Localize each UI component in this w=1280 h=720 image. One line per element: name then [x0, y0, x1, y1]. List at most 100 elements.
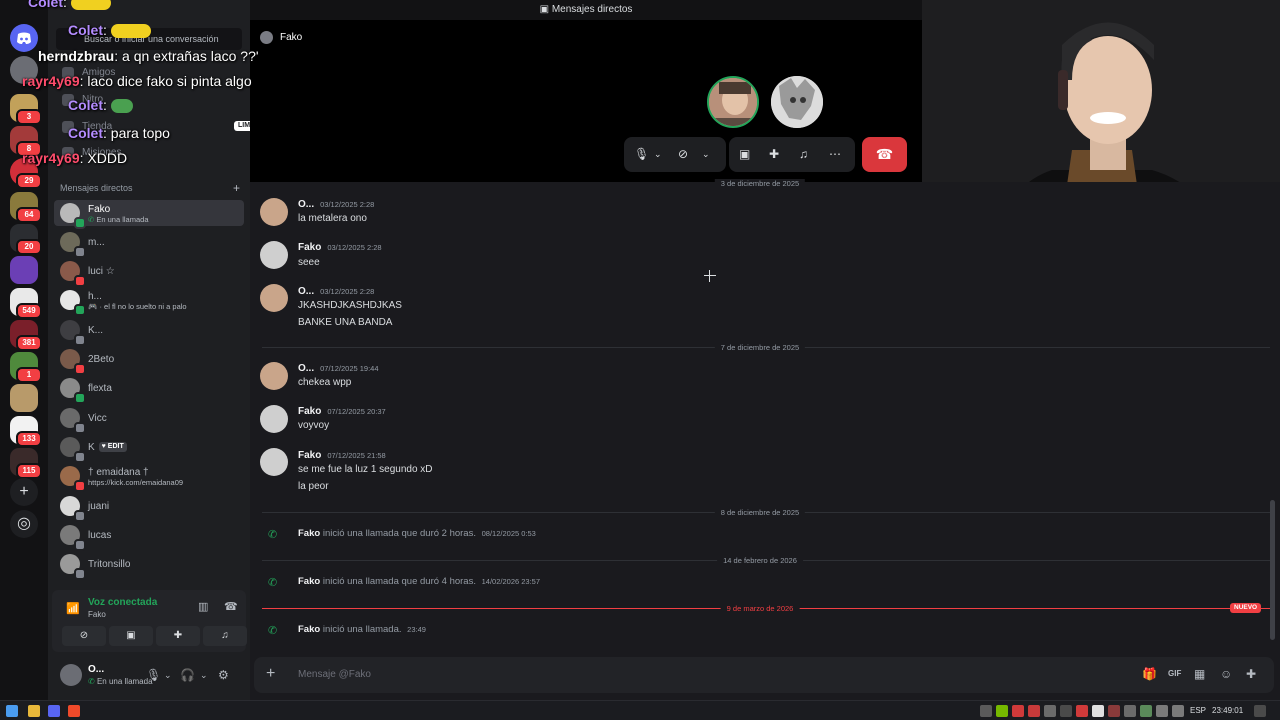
avatar[interactable] [260, 198, 288, 226]
apps-icon[interactable]: ✚ [1246, 667, 1256, 681]
discord-home-icon[interactable] [10, 24, 38, 52]
nav-nitro[interactable]: Nitro [58, 89, 103, 111]
tray-icon[interactable] [1076, 705, 1088, 717]
dm-item[interactable]: lucas [54, 522, 244, 551]
activities-button[interactable]: ✚ [156, 626, 200, 646]
screen-share-icon[interactable]: ▣ [739, 147, 750, 161]
dm-item[interactable]: luci ☆ [54, 258, 244, 287]
discord-taskbar-icon[interactable] [48, 705, 60, 717]
server-icon[interactable]: 20 [10, 224, 42, 255]
microphone-icon[interactable]: 🎙 [146, 668, 161, 682]
notifications-icon[interactable] [1254, 705, 1266, 717]
tray-icon[interactable] [1092, 705, 1104, 717]
participant-avatar[interactable] [707, 76, 759, 128]
clock[interactable]: 23:49:01 [1212, 706, 1243, 715]
gift-icon[interactable]: 🎁 [1142, 667, 1157, 681]
sticker-icon[interactable]: ▦ [1194, 667, 1205, 681]
discover-icon[interactable]: ◎ [10, 510, 38, 538]
participant-avatar[interactable] [771, 76, 823, 128]
message-author[interactable]: Fako [298, 450, 321, 461]
chevron-down-icon[interactable]: ⌄ [164, 670, 172, 681]
call-author[interactable]: Fako [298, 624, 320, 635]
create-dm-icon[interactable]: + [233, 181, 240, 195]
nav-quests[interactable]: Misiones [58, 142, 121, 164]
hang-up-button[interactable]: ☎ [862, 137, 907, 172]
settings-gear-icon[interactable]: ⚙ [218, 668, 229, 682]
chevron-down-icon[interactable]: ⌄ [654, 149, 662, 160]
noise-suppression-icon[interactable]: ▥ [198, 600, 208, 613]
microphone-icon[interactable]: 🎙 [634, 147, 649, 161]
disconnect-icon[interactable]: ☎ [224, 600, 238, 613]
avatar[interactable] [260, 284, 288, 312]
dm-item[interactable]: h... 🎮 · el fl no lo suelto ni a palo [54, 287, 244, 316]
avatar[interactable] [260, 448, 288, 476]
server-icon[interactable] [10, 56, 38, 84]
message-author[interactable]: O... [298, 363, 314, 374]
add-server-icon[interactable]: + [10, 478, 38, 506]
camera-button[interactable]: ⊘ [62, 626, 106, 646]
dm-item[interactable]: K ♥ EDIT [54, 434, 244, 463]
nav-friends[interactable]: Amigos [58, 62, 115, 84]
activities-icon[interactable]: ✚ [769, 147, 779, 161]
avatar[interactable] [260, 362, 288, 390]
server-icon[interactable]: 549 [10, 288, 42, 319]
search-input[interactable]: Buscar o iniciar una conversación [56, 28, 242, 50]
camera-off-icon[interactable]: ⊘ [678, 147, 688, 161]
attach-plus-icon[interactable]: + [266, 665, 275, 683]
message-author[interactable]: O... [298, 286, 314, 297]
avatar[interactable] [260, 405, 288, 433]
screen-share-button[interactable]: ▣ [109, 626, 153, 646]
mic-control[interactable]: 🎙 ⌄ ⊘ ⌄ [624, 137, 726, 172]
tray-icon[interactable] [1060, 705, 1072, 717]
tray-icon[interactable] [980, 705, 992, 717]
soundboard-icon[interactable]: ♫ [799, 147, 808, 161]
server-icon[interactable]: 8 [10, 126, 42, 157]
windows-start-icon[interactable] [6, 705, 18, 717]
headphones-icon[interactable]: 🎧 [180, 668, 195, 682]
dm-item[interactable]: K... [54, 317, 244, 346]
message-input[interactable]: Mensaje @Fako [298, 669, 371, 680]
brave-browser-icon[interactable] [68, 705, 80, 717]
soundboard-button[interactable]: ♫ [203, 626, 247, 646]
chevron-down-icon[interactable]: ⌄ [702, 149, 710, 160]
server-icon[interactable]: 381 [10, 320, 42, 351]
call-author[interactable]: Fako [298, 576, 320, 587]
tray-icon[interactable] [1140, 705, 1152, 717]
message-author[interactable]: O... [298, 199, 314, 210]
server-icon[interactable]: 3 [10, 94, 42, 125]
call-author[interactable]: Fako [298, 528, 320, 539]
tray-icon[interactable] [1028, 705, 1040, 717]
chevron-down-icon[interactable]: ⌄ [200, 670, 208, 681]
server-icon[interactable]: 29 [10, 158, 42, 189]
gif-icon[interactable]: GIF [1168, 669, 1181, 678]
dm-item[interactable]: juani [54, 493, 244, 522]
tray-icon[interactable] [1108, 705, 1120, 717]
server-icon[interactable]: 133 [10, 416, 42, 447]
server-icon[interactable] [10, 256, 38, 284]
avatar[interactable] [60, 664, 82, 686]
volume-icon[interactable] [1172, 705, 1184, 717]
dm-item[interactable]: Tritonsillo [54, 551, 244, 580]
nvidia-icon[interactable] [996, 705, 1008, 717]
server-icon[interactable]: 1 [10, 352, 42, 383]
dm-item[interactable]: † emaidana † https://kick.com/emaidana09 [54, 463, 244, 492]
file-explorer-icon[interactable] [28, 705, 40, 717]
more-icon[interactable]: ⋯ [829, 147, 841, 161]
tray-icon[interactable] [1012, 705, 1024, 717]
network-icon[interactable] [1156, 705, 1168, 717]
dm-item[interactable]: 2Beto [54, 346, 244, 375]
emoji-icon[interactable]: ☺ [1220, 667, 1232, 681]
nav-shop[interactable]: Tienda [58, 116, 112, 138]
tray-icon[interactable] [1044, 705, 1056, 717]
server-icon[interactable] [10, 384, 38, 412]
dm-item-fako[interactable]: Fako ✆ En una llamada [54, 200, 244, 229]
message-author[interactable]: Fako [298, 242, 321, 253]
dm-item[interactable]: m... [54, 229, 244, 258]
scrollbar[interactable] [1270, 500, 1275, 640]
language-indicator[interactable]: ESP [1190, 706, 1206, 715]
server-icon[interactable]: 115 [10, 448, 42, 479]
avatar[interactable] [260, 241, 288, 269]
dm-item[interactable]: flexta [54, 375, 244, 404]
dm-item[interactable]: Vicc [54, 405, 244, 434]
server-icon[interactable]: 64 [10, 192, 42, 223]
